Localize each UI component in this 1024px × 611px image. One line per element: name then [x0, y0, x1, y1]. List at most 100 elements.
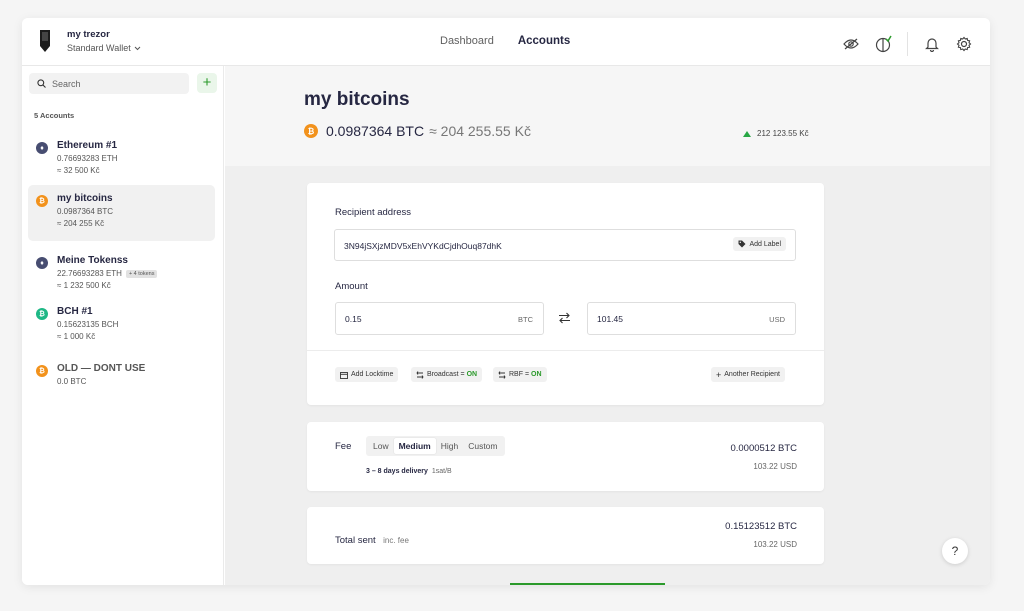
account-item-ethereum-1[interactable]: ♦ Ethereum #1 0.76693283 ETH ≈ 32 500 Kč [28, 133, 215, 181]
device-switcher[interactable]: my trezor Standard Wallet [38, 28, 141, 54]
nav-dashboard[interactable]: Dashboard [440, 35, 494, 47]
amount-fiat-input[interactable]: 101.45 USD [587, 302, 796, 335]
add-account-button[interactable]: + [197, 73, 217, 93]
section-divider [307, 350, 824, 351]
nav-accounts[interactable]: Accounts [518, 35, 570, 47]
send-button-edge[interactable] [510, 583, 665, 585]
account-name: BCH #1 [57, 306, 93, 317]
broadcast-toggle[interactable]: Broadcast = ON [411, 367, 483, 382]
tokens-badge: + 4 tokens [125, 269, 158, 278]
broadcast-state: ON [466, 371, 478, 378]
trezor-device-icon [40, 30, 50, 52]
account-balance: 0.76693283 ETH [57, 154, 118, 163]
main-nav: Dashboard Accounts [440, 35, 570, 47]
account-fiat: ≈ 1 232 500 Kč [57, 281, 111, 290]
header-divider [907, 32, 908, 56]
balance-crypto: 0.0987364 BTC [326, 123, 425, 139]
account-item-old-dont-use[interactable]: ₿ OLD — DONT USE 0.0 BTC [28, 356, 215, 392]
recipient-address-field[interactable]: 3N94jSXjzMDV5xEhVYKdCjdhOuq87dhK Add Lab… [334, 229, 796, 261]
add-label-button[interactable]: Add Label [733, 237, 786, 251]
fee-amount-usd: 103.22 USD [753, 462, 797, 471]
fee-label: Fee [335, 441, 352, 452]
fee-option-custom[interactable]: Custom [463, 438, 502, 454]
account-balance: 0.15623135 BCH [57, 320, 119, 329]
header-actions [829, 32, 974, 56]
plus-icon: + [716, 369, 722, 380]
account-fiat: ≈ 1 000 Kč [57, 332, 96, 341]
account-fiat: ≈ 204 255 Kč [57, 219, 105, 228]
search-icon [37, 79, 46, 88]
tag-icon [738, 240, 746, 248]
account-name: OLD — DONT USE [57, 363, 146, 374]
bitcoin-icon: ₿ [36, 365, 48, 377]
fee-option-high[interactable]: High [436, 438, 463, 454]
gear-icon[interactable] [954, 34, 974, 54]
broadcast-label: Broadcast = [427, 371, 465, 378]
total-amount-usd: 103.22 USD [753, 540, 797, 549]
balance-fiat: ≈ 204 255.55 Kč [429, 123, 531, 139]
rbf-icon [498, 370, 506, 379]
recipient-address-value: 3N94jSXjzMDV5xEhVYKdCjdhOuq87dhK [344, 241, 502, 251]
fee-level-selector: Low Medium High Custom [366, 436, 505, 456]
amount-fiat-unit: USD [769, 315, 785, 324]
account-balance-value: 22.76693283 ETH [57, 269, 122, 278]
calendar-icon [340, 371, 348, 379]
add-label-text: Add Label [749, 240, 781, 248]
account-balance: 0.0 BTC [57, 377, 87, 386]
discreet-leaf-icon[interactable] [873, 34, 893, 54]
fee-amount-btc: 0.0000512 BTC [730, 443, 797, 454]
bitcoin-cash-icon: ₿ [36, 308, 48, 320]
amount-fiat-value: 101.45 [597, 314, 623, 324]
fee-delivery-info: 3 – 8 days delivery 1sat/B [366, 468, 452, 475]
chevron-down-icon [134, 46, 141, 50]
ethereum-icon: ♦ [36, 257, 48, 269]
search-placeholder: Search [52, 78, 81, 89]
amount-crypto-value: 0.15 [345, 314, 362, 324]
wallet-label: Standard Wallet [67, 43, 131, 53]
add-locktime-button[interactable]: Add Locktime [335, 367, 399, 382]
amount-label: Amount [335, 281, 368, 292]
broadcast-icon [416, 370, 424, 379]
main-content: my bitcoins ₿ 0.0987364 BTC ≈ 204 255.55… [225, 66, 990, 585]
rbf-toggle[interactable]: RBF = ON [493, 367, 547, 382]
send-form-card: Recipient address 3N94jSXjzMDV5xEhVYKdCj… [307, 183, 824, 405]
accounts-sidebar: Search + 5 Accounts ♦ Ethereum #1 0.7669… [22, 66, 224, 585]
search-input[interactable]: Search [29, 73, 189, 94]
account-name: my bitcoins [57, 193, 113, 204]
swap-arrows-icon[interactable] [558, 312, 571, 324]
account-balance: 22.76693283 ETH + 4 tokens [57, 269, 215, 278]
account-balance-summary: ₿ 0.0987364 BTC ≈ 204 255.55 Kč [304, 123, 531, 139]
wallet-selector[interactable]: Standard Wallet [67, 43, 141, 53]
fee-option-medium[interactable]: Medium [393, 438, 436, 454]
amount-crypto-input[interactable]: 0.15 BTC [335, 302, 544, 335]
device-name: my trezor [67, 29, 110, 40]
balance-change: 212 123.55 Kč [743, 129, 809, 138]
account-name: Meine Tokenss [57, 255, 128, 266]
ethereum-icon: ♦ [36, 142, 48, 154]
account-header [225, 66, 990, 166]
total-sub: inc. fee [383, 536, 409, 545]
account-item-meine-tokenss[interactable]: ♦ Meine Tokenss 22.76693283 ETH + 4 toke… [28, 248, 215, 296]
rbf-label: RBF = [509, 371, 530, 378]
fee-card: Fee Low Medium High Custom 3 – 8 days de… [307, 422, 824, 491]
another-recipient-label: Another Recipient [724, 371, 780, 378]
bell-icon[interactable] [922, 34, 942, 54]
fee-option-low[interactable]: Low [368, 438, 394, 454]
total-card: Total sent inc. fee 0.15123512 BTC 103.2… [307, 507, 824, 564]
help-button[interactable]: ? [942, 538, 968, 564]
total-label: Total sent [335, 535, 376, 546]
account-item-my-bitcoins[interactable]: ₿ my bitcoins 0.0987364 BTC ≈ 204 255 Kč [28, 185, 215, 241]
app-window: my trezor Standard Wallet Dashboard Acco… [22, 18, 990, 585]
accounts-count: 5 Accounts [34, 111, 75, 120]
another-recipient-button[interactable]: + Another Recipient [711, 367, 785, 382]
bitcoin-icon: ₿ [36, 195, 48, 207]
arrow-up-icon [743, 130, 751, 137]
account-balance: 0.0987364 BTC [57, 207, 114, 216]
account-item-bch-1[interactable]: ₿ BCH #1 0.15623135 BCH ≈ 1 000 Kč [28, 299, 215, 347]
top-header: my trezor Standard Wallet Dashboard Acco… [22, 18, 990, 66]
fee-delivery: 3 – 8 days delivery [366, 468, 428, 475]
fee-rate: 1sat/B [431, 468, 452, 475]
balance-change-value: 212 123.55 Kč [757, 129, 809, 138]
rbf-state: ON [531, 371, 542, 378]
eye-hidden-icon[interactable] [841, 34, 861, 54]
